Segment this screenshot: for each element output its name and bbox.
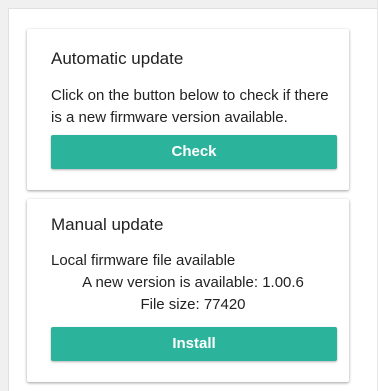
new-version-text: A new version is available: 1.00.6 — [82, 274, 304, 291]
file-size-text: File size: 77420 — [140, 296, 246, 313]
automatic-update-description: Click on the button below to check if th… — [51, 87, 329, 126]
automatic-update-title: Automatic update — [51, 49, 184, 68]
install-button[interactable]: Install — [51, 327, 337, 361]
manual-update-title: Manual update — [51, 215, 164, 234]
automatic-update-card: Automatic update Click on the button bel… — [27, 29, 349, 190]
manual-update-card: Manual update Local firmware file availa… — [27, 199, 349, 382]
check-button[interactable]: Check — [51, 135, 337, 169]
local-firmware-label: Local firmware file available — [51, 252, 236, 269]
